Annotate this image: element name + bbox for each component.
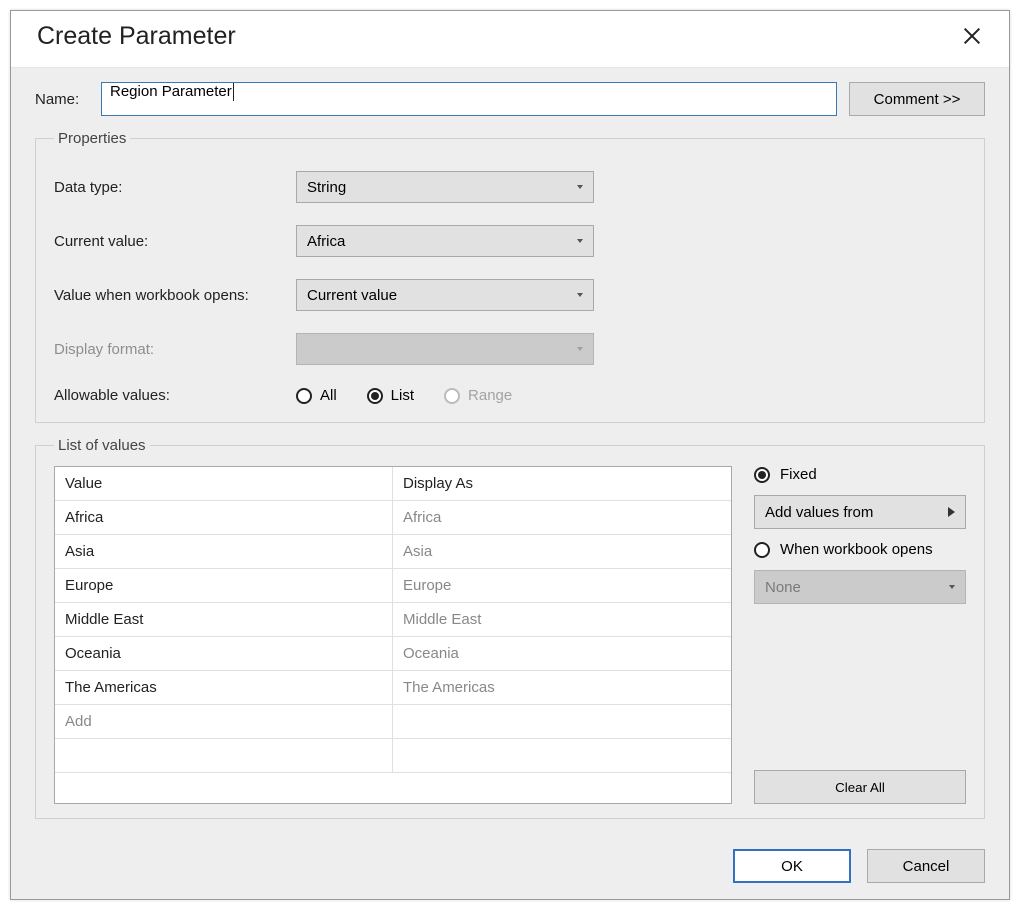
current-value-value: Africa [307,233,345,250]
chevron-down-icon [577,293,583,297]
current-value-label: Current value: [54,233,296,250]
allowable-values-radios: All List Range [296,387,512,404]
list-flex: Value Display As AfricaAfricaAsiaAsiaEur… [54,466,966,804]
display-cell: Africa [393,501,731,534]
dialog-body: Name: Region Parameter Comment >> Proper… [11,68,1009,899]
name-row: Name: Region Parameter Comment >> [35,82,985,116]
radio-fixed[interactable]: Fixed [754,466,966,483]
col-display-header: Display As [393,467,731,500]
data-type-value: String [307,179,346,196]
chevron-down-icon [577,239,583,243]
properties-legend: Properties [54,130,130,147]
add-row[interactable]: Add [55,705,731,739]
clear-all-button[interactable]: Clear All [754,770,966,804]
list-of-values-group: List of values Value Display As AfricaAf… [35,437,985,819]
empty-row[interactable] [55,739,731,773]
value-cell: Europe [55,569,393,602]
display-cell: Oceania [393,637,731,670]
data-type-row: Data type: String [54,171,966,203]
table-row[interactable]: OceaniaOceania [55,637,731,671]
arrow-right-icon [948,507,955,517]
radio-when-workbook-opens[interactable]: When workbook opens [754,541,966,558]
dialog-title: Create Parameter [37,22,236,51]
side-panel: Fixed Add values from When workbook open… [754,466,966,804]
display-format-row: Display format: [54,333,966,365]
col-value-header: Value [55,467,393,500]
data-type-label: Data type: [54,179,296,196]
display-cell: Middle East [393,603,731,636]
chevron-down-icon [949,585,955,589]
name-label: Name: [35,91,89,108]
open-value-dropdown[interactable]: Current value [296,279,594,311]
display-format-label: Display format: [54,341,296,358]
radio-list[interactable]: List [367,387,414,404]
chevron-down-icon [577,185,583,189]
radio-range: Range [444,387,512,404]
values-table-header: Value Display As [55,467,731,501]
value-cell: Middle East [55,603,393,636]
current-value-dropdown[interactable]: Africa [296,225,594,257]
dialog-footer: OK Cancel [35,849,985,883]
display-cell: The Americas [393,671,731,704]
values-table[interactable]: Value Display As AfricaAfricaAsiaAsiaEur… [54,466,732,804]
properties-group: Properties Data type: String Current val… [35,130,985,423]
create-parameter-dialog: Create Parameter Name: Region Parameter … [10,10,1010,900]
value-cell: The Americas [55,671,393,704]
display-format-dropdown [296,333,594,365]
table-row[interactable]: AsiaAsia [55,535,731,569]
table-row[interactable]: EuropeEurope [55,569,731,603]
display-cell: Asia [393,535,731,568]
refresh-source-dropdown: None [754,570,966,604]
display-cell: Europe [393,569,731,602]
table-row[interactable]: The AmericasThe Americas [55,671,731,705]
radio-all[interactable]: All [296,387,337,404]
chevron-down-icon [577,347,583,351]
table-row[interactable]: Middle EastMiddle East [55,603,731,637]
value-cell: Africa [55,501,393,534]
ok-button[interactable]: OK [733,849,851,883]
cancel-button[interactable]: Cancel [867,849,985,883]
close-icon[interactable] [955,19,989,53]
open-value-row: Value when workbook opens: Current value [54,279,966,311]
name-input[interactable]: Region Parameter [101,82,837,116]
table-row[interactable]: AfricaAfrica [55,501,731,535]
dialog-header: Create Parameter [11,11,1009,68]
value-cell: Oceania [55,637,393,670]
allowable-values-row: Allowable values: All List Range [54,387,966,404]
add-values-from-button[interactable]: Add values from [754,495,966,529]
list-of-values-legend: List of values [54,437,150,454]
open-value-label: Value when workbook opens: [54,287,296,304]
data-type-dropdown[interactable]: String [296,171,594,203]
value-cell: Asia [55,535,393,568]
open-value-value: Current value [307,287,397,304]
allowable-values-label: Allowable values: [54,387,296,404]
current-value-row: Current value: Africa [54,225,966,257]
add-row-label: Add [55,705,393,738]
comment-button[interactable]: Comment >> [849,82,985,116]
